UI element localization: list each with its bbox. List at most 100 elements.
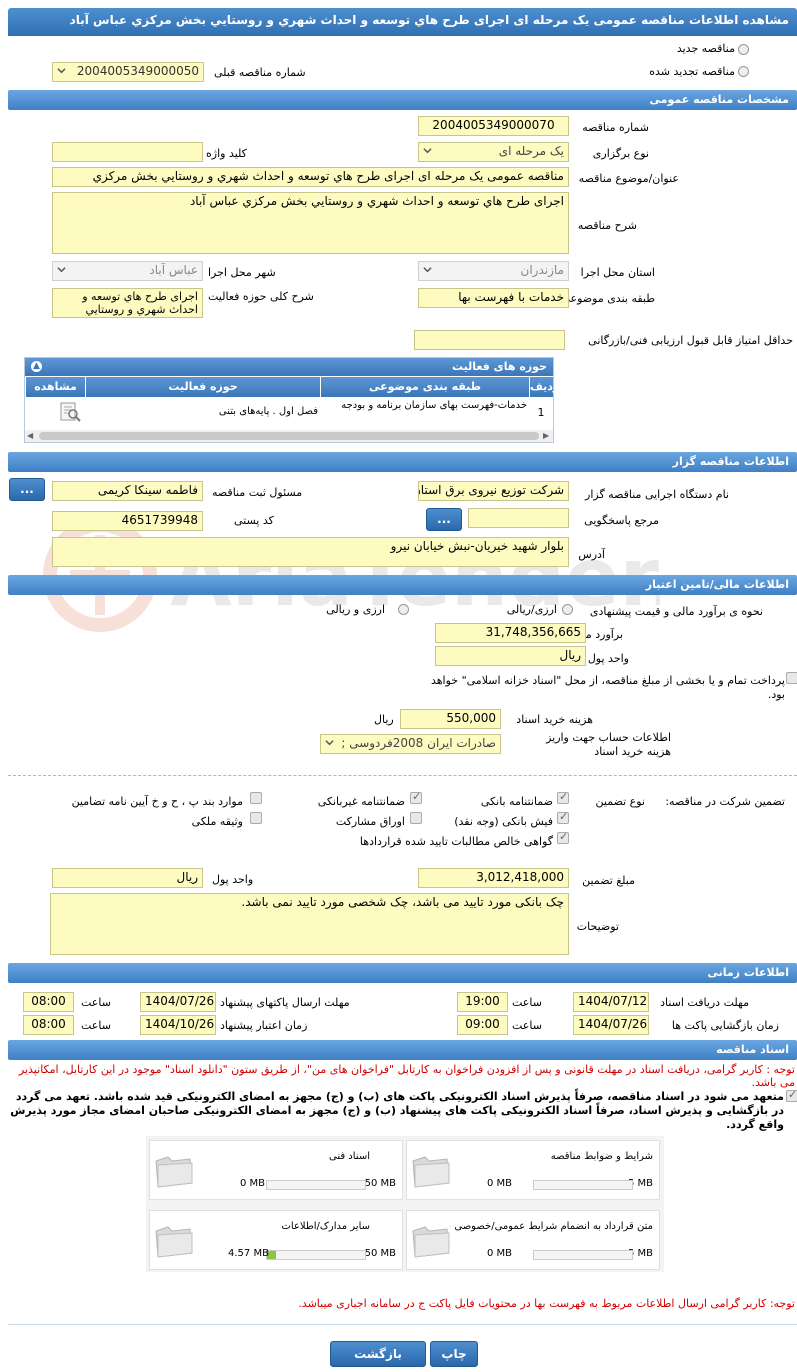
category-field[interactable]: خدمات با فهرست بها xyxy=(418,288,569,308)
file-used: 0 MB xyxy=(487,1248,513,1259)
horizontal-scrollbar[interactable]: ◀ ▶ xyxy=(25,430,553,442)
file-usage-bar xyxy=(533,1250,633,1260)
guarantee-label: تضمین شرکت در مناقصه: xyxy=(665,795,785,808)
commitment-text: متعهد می شود در اسناد مناقصه، صرفاً پذیر… xyxy=(10,1090,784,1131)
activity-grid-header: حوزه های فعالیت ▲ xyxy=(25,358,553,376)
section-organizer: اطلاعات مناقصه گزار xyxy=(8,452,797,472)
reference-field[interactable] xyxy=(468,508,569,528)
file-usage-bar xyxy=(266,1180,366,1190)
file-box[interactable]: اسناد فنی 50 MB 0 MB xyxy=(149,1140,403,1200)
open-time[interactable]: 09:00 xyxy=(457,1015,508,1035)
activity-grid-title: حوزه های فعالیت xyxy=(452,360,547,373)
commitment-checkbox[interactable] xyxy=(786,1088,797,1102)
items-bc-checkbox[interactable] xyxy=(250,792,262,804)
city-select[interactable]: عباس آباد xyxy=(52,261,203,281)
bank-receipt-checkbox[interactable] xyxy=(557,810,569,824)
property-checkbox[interactable] xyxy=(250,812,262,824)
file-name: شرایط و ضوابط مناقصه xyxy=(550,1151,653,1162)
min-score-label: حداقل امتیاز قابل قبول ارزیابی فنی/بازرگ… xyxy=(588,334,793,347)
address-label: آدرس xyxy=(578,548,605,561)
collapse-icon[interactable]: ▲ xyxy=(31,361,42,372)
registrar-field[interactable]: فاطمه سینکا کریمی xyxy=(52,481,203,501)
documents-notice: توجه : کاربر گرامی، دریافت اسناد در مهلت… xyxy=(18,1063,795,1089)
reference-more-button[interactable]: ... xyxy=(426,508,462,531)
file-used: 0 MB xyxy=(487,1178,513,1189)
open-label: زمان بازگشایی پاکت ها xyxy=(671,1019,779,1032)
keyword-field[interactable] xyxy=(52,142,203,162)
activity-grid-columns: ردیف طبقه بندی موضوعی حوزه فعالیت مشاهده xyxy=(25,377,559,397)
description-field[interactable]: اجرای طرح هاي توسعه و احداث شهري و روستا… xyxy=(52,192,569,254)
doc-receive-time[interactable]: 19:00 xyxy=(457,992,508,1012)
type-select[interactable]: یک مرحله ای xyxy=(418,142,569,162)
scroll-right-icon[interactable]: ▶ xyxy=(543,431,549,440)
bank-receipt-label: فیش بانکی (وجه نقد) xyxy=(454,815,553,828)
scrollbar-thumb[interactable] xyxy=(39,432,539,440)
validity-time-label: ساعت xyxy=(81,1019,111,1032)
province-select[interactable]: مازندران xyxy=(418,261,569,281)
participation-bonds-checkbox[interactable] xyxy=(410,812,422,824)
doc-fee-label: هزینه خرید اسناد xyxy=(516,713,593,726)
validity-date[interactable]: 1404/10/26 xyxy=(140,1015,216,1035)
registrar-more-button[interactable]: ... xyxy=(9,478,45,501)
currency-and-rial-radio[interactable] xyxy=(398,604,409,615)
prev-number-select[interactable]: 2004005349000050 xyxy=(52,62,204,82)
activity-grid: حوزه های فعالیت ▲ ردیف طبقه بندی موضوعی … xyxy=(24,357,559,443)
chevron-down-icon xyxy=(57,68,66,74)
view-doc-icon[interactable] xyxy=(58,401,82,423)
guarantee-unit-field[interactable]: ریال xyxy=(52,868,203,888)
non-bank-guarantee-checkbox[interactable] xyxy=(410,790,422,804)
device-field[interactable]: شرکت توزیع نیروی برق استان xyxy=(418,481,569,501)
address-field[interactable]: بلوار شهید خیریان-نبش خیابان نیرو xyxy=(52,537,569,567)
print-button[interactable]: چاپ xyxy=(430,1341,478,1367)
net-claims-checkbox[interactable] xyxy=(557,830,569,844)
postal-field[interactable]: 4651739948 xyxy=(52,511,203,531)
postal-label: کد پستی xyxy=(234,514,274,527)
send-date[interactable]: 1404/07/26 xyxy=(140,992,216,1012)
chevron-down-icon xyxy=(57,267,66,273)
prev-number-value: 2004005349000050 xyxy=(76,64,199,78)
renewed-tender-radio[interactable] xyxy=(738,66,749,77)
back-button[interactable]: بازگشت xyxy=(330,1341,426,1367)
file-usage-bar xyxy=(266,1250,366,1260)
open-date[interactable]: 1404/07/26 xyxy=(573,1015,649,1035)
validity-label: زمان اعتبار پیشنهاد xyxy=(220,1019,308,1032)
activity-field[interactable]: اجرای طرح هاي توسعه و احداث شهري و روستا… xyxy=(52,288,203,318)
send-time[interactable]: 08:00 xyxy=(23,992,74,1012)
bank-guarantee-checkbox[interactable] xyxy=(557,790,569,804)
validity-time[interactable]: 08:00 xyxy=(23,1015,74,1035)
min-score-field[interactable] xyxy=(414,330,565,350)
new-tender-radio[interactable] xyxy=(738,44,749,55)
chevron-down-icon xyxy=(325,740,334,746)
file-box[interactable]: شرایط و ضوابط مناقصه 5 MB 0 MB xyxy=(406,1140,660,1200)
city-value: عباس آباد xyxy=(149,263,198,277)
tender-number-field[interactable]: 2004005349000070 xyxy=(418,116,569,136)
file-box[interactable]: سایر مدارک/اطلاعات 50 MB 4.57 MB xyxy=(149,1210,403,1270)
guarantee-amount-field[interactable]: 3,012,418,000 xyxy=(418,868,569,888)
notes-field[interactable]: چک بانکی مورد تایید می باشد، چک شخصی مور… xyxy=(50,893,569,955)
treasury-checkbox[interactable] xyxy=(786,672,797,684)
row-field: فصل اول . پایه‌های بتنی xyxy=(218,406,318,417)
account-select[interactable]: صادرات ایران 2008فردوسی ; xyxy=(320,734,501,754)
file-max: 50 MB xyxy=(364,1178,396,1189)
section-financial: اطلاعات مالی/تامین اعتبار xyxy=(8,575,797,595)
tender-number-label: شماره مناقصه xyxy=(582,121,649,134)
file-name: سایر مدارک/اطلاعات xyxy=(281,1221,370,1232)
items-bc-label: موارد بند پ ، ح و خ آیین نامه تضامین xyxy=(71,795,243,808)
doc-fee-field[interactable]: 550,000 xyxy=(400,709,501,729)
net-claims-label: گواهی خالص مطالبات تایید شده قراردادها xyxy=(359,835,553,848)
file-max: 50 MB xyxy=(364,1248,396,1259)
scroll-left-icon[interactable]: ◀ xyxy=(27,431,33,440)
category-label: طبقه بندی موضوعی xyxy=(561,292,655,305)
page-title: مشاهده اطلاعات مناقصه عمومی یک مرحله ای … xyxy=(8,8,797,36)
currency-unit-field[interactable]: ریال xyxy=(435,646,586,666)
subject-field[interactable]: مناقصه عمومی یک مرحله ای اجرای طرح هاي ت… xyxy=(52,167,569,187)
doc-receive-date[interactable]: 1404/07/12 xyxy=(573,992,649,1012)
folder-icon xyxy=(412,1226,450,1258)
chevron-down-icon xyxy=(423,148,432,154)
file-usage-bar xyxy=(533,1180,633,1190)
file-box[interactable]: متن قرارداد به انضمام شرایط عمومی/خصوصی … xyxy=(406,1210,660,1270)
guarantee-unit-label: واحد پول xyxy=(212,873,254,886)
estimate-amount-field[interactable]: 31,748,356,665 xyxy=(435,623,586,643)
divider xyxy=(8,775,797,776)
currency-rial-radio[interactable] xyxy=(562,604,573,615)
